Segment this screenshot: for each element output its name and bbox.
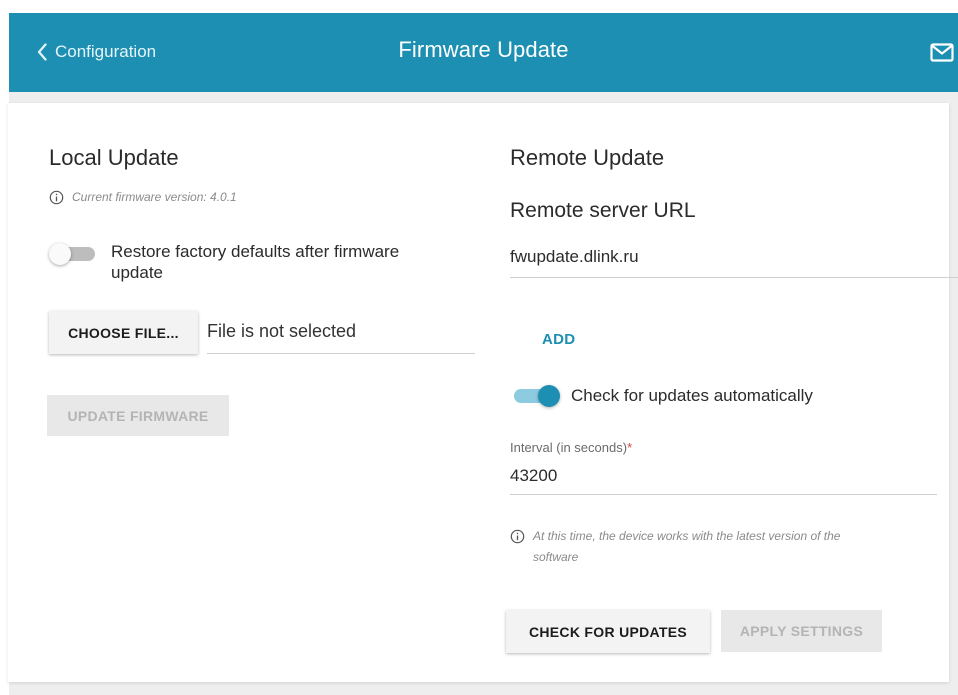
update-status-note: At this time, the device works with the … — [510, 526, 930, 568]
interval-label: Interval (in seconds)* — [510, 440, 632, 455]
interval-value: 43200 — [510, 466, 558, 485]
restore-defaults-label-line2: update — [111, 263, 163, 282]
update-status-line1: At this time, the device works with the … — [533, 529, 841, 543]
file-status-text: File is not selected — [207, 321, 357, 341]
interval-label-text: Interval (in seconds) — [510, 440, 628, 455]
interval-input[interactable]: 43200 — [510, 458, 937, 495]
page-title: Firmware Update — [398, 37, 569, 62]
update-status-line2: software — [533, 550, 579, 564]
choose-file-button[interactable]: CHOOSE FILE... — [49, 311, 198, 354]
required-mark: * — [627, 440, 633, 455]
check-for-updates-button[interactable]: CHECK FOR UPDATES — [506, 610, 710, 653]
remote-update-title: Remote Update — [510, 145, 665, 170]
firmware-version-text: Current firmware version: 4.0.1 — [72, 190, 237, 204]
server-url-value: fwupdate.dlink.ru — [510, 247, 639, 266]
toggle-thumb — [49, 243, 71, 265]
restore-defaults-label: Restore factory defaults after firmware … — [111, 241, 456, 283]
remote-server-url-title: Remote server URL — [510, 199, 696, 222]
info-icon — [49, 190, 64, 205]
mail-icon — [930, 43, 954, 62]
restore-defaults-label-line1: Restore factory defaults after firmware — [111, 242, 400, 261]
auto-check-label: Check for updates automatically — [571, 386, 813, 405]
firmware-version-note: Current firmware version: 4.0.1 — [49, 187, 237, 208]
local-update-title: Local Update — [49, 145, 179, 170]
notifications-button[interactable] — [930, 43, 954, 63]
apply-settings-button[interactable]: APPLY SETTINGS — [721, 610, 882, 652]
file-field: File is not selected — [207, 311, 475, 354]
update-status-text: At this time, the device works with the … — [533, 526, 840, 568]
restore-defaults-toggle[interactable] — [49, 242, 97, 266]
info-icon — [510, 529, 525, 544]
update-firmware-button[interactable]: UPDATE FIRMWARE — [47, 395, 229, 436]
top-bar: Configuration Firmware Update — [9, 13, 958, 92]
add-server-button[interactable]: ADD — [542, 331, 575, 348]
toggle-thumb — [538, 385, 560, 407]
server-url-row[interactable]: fwupdate.dlink.ru — [510, 238, 958, 278]
auto-check-toggle[interactable] — [512, 384, 560, 408]
